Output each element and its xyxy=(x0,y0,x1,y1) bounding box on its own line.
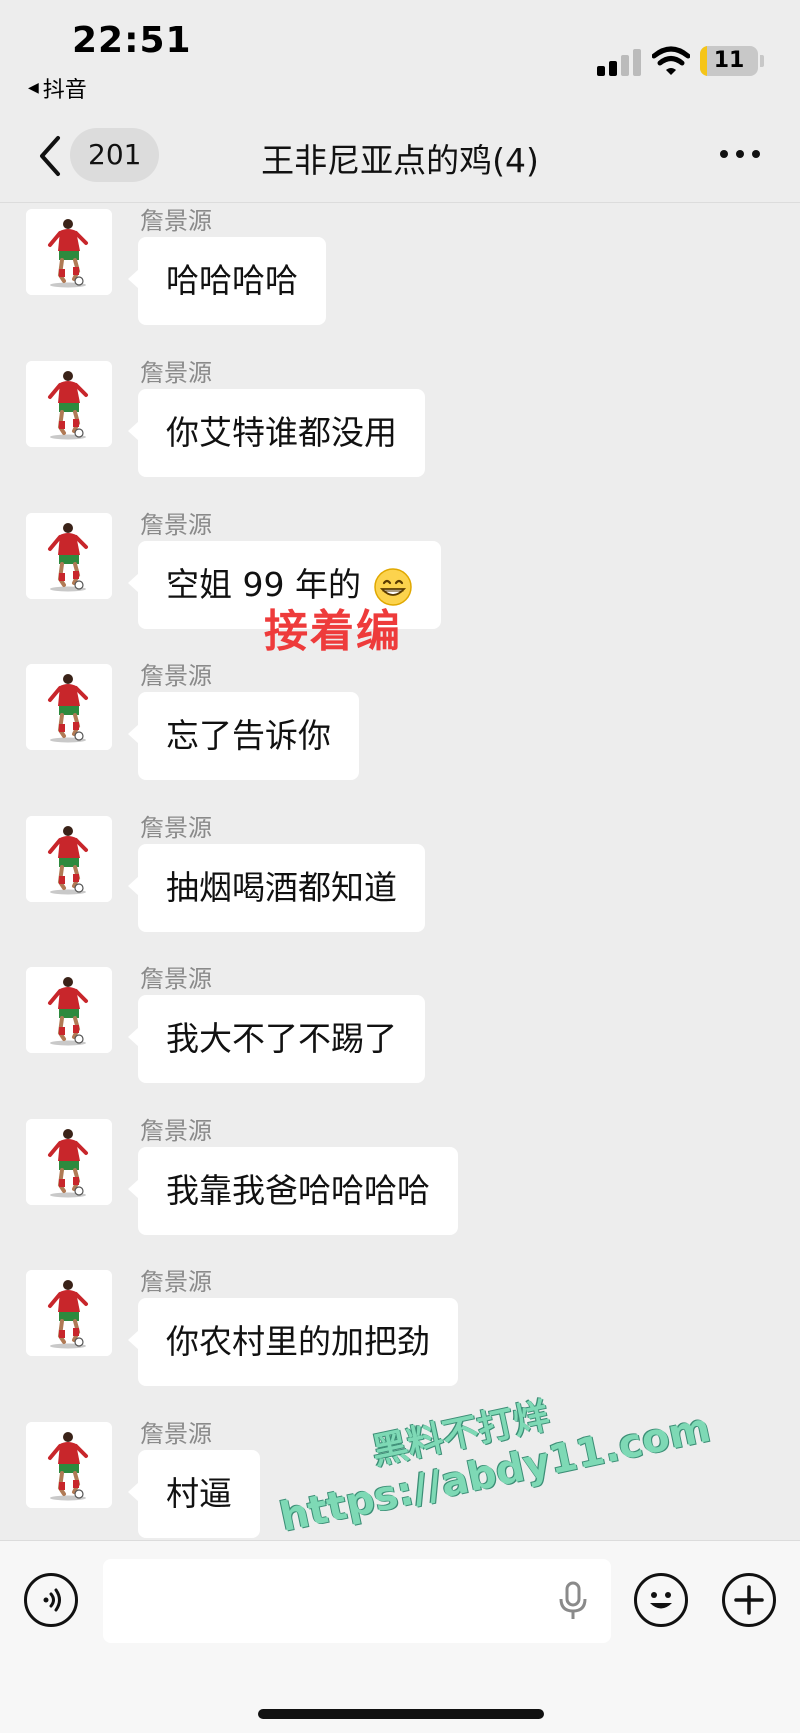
sender-name: 詹景源 xyxy=(140,662,212,690)
sender-name: 詹景源 xyxy=(140,1117,212,1145)
message-bubble[interactable]: 忘了告诉你 xyxy=(128,692,359,780)
sender-name: 詹景源 xyxy=(140,814,212,842)
plus-icon[interactable] xyxy=(722,1573,776,1627)
message-item: 詹景源我靠我爸哈哈哈哈 xyxy=(0,1113,800,1263)
battery-icon: 11 xyxy=(700,46,758,76)
back-app-label: 抖音 xyxy=(42,78,87,103)
more-options-icon[interactable] xyxy=(720,150,760,160)
chat-input-bar xyxy=(0,1540,800,1733)
avatar[interactable] xyxy=(26,1270,112,1356)
sender-name: 詹景源 xyxy=(140,511,212,539)
avatar[interactable] xyxy=(26,816,112,902)
message-text: 忘了告诉你 xyxy=(166,716,331,755)
message-text: 抽烟喝酒都知道 xyxy=(166,868,397,907)
message-text: 你农村里的加把劲 xyxy=(166,1322,430,1361)
avatar[interactable] xyxy=(26,361,112,447)
message-text: 村逼 xyxy=(166,1474,232,1513)
microphone-icon[interactable] xyxy=(556,1581,590,1621)
chat-nav-bar: 201 王非尼亚点的鸡(4) xyxy=(0,110,800,203)
overlay-caption: 接着编 xyxy=(264,606,402,657)
sender-name: 詹景源 xyxy=(140,965,212,993)
emoji-icon[interactable] xyxy=(634,1573,688,1627)
cellular-signal-icon xyxy=(597,48,641,76)
back-triangle-icon: ◀ xyxy=(28,80,39,96)
message-bubble[interactable]: 我大不了不踢了 xyxy=(128,995,425,1083)
message-item: 詹景源你艾特谁都没用 xyxy=(0,355,800,505)
voice-input-icon[interactable] xyxy=(24,1573,78,1627)
avatar[interactable] xyxy=(26,1119,112,1205)
message-item: 詹景源你农村里的加把劲 xyxy=(0,1264,800,1414)
back-to-app-link[interactable]: ◀ 抖音 xyxy=(28,72,87,104)
avatar[interactable] xyxy=(26,209,112,295)
message-text: 你艾特谁都没用 xyxy=(166,413,397,452)
message-bubble[interactable]: 抽烟喝酒都知道 xyxy=(128,844,425,932)
message-item: 詹景源抽烟喝酒都知道 xyxy=(0,810,800,960)
avatar[interactable] xyxy=(26,1422,112,1508)
chat-title: 王非尼亚点的鸡(4) xyxy=(261,141,539,180)
status-bar: 22:51 ◀ 抖音 11 xyxy=(0,0,800,105)
avatar[interactable] xyxy=(26,967,112,1053)
message-bubble[interactable]: 你艾特谁都没用 xyxy=(128,389,425,477)
sender-name: 詹景源 xyxy=(140,1268,212,1296)
status-time: 22:51 xyxy=(72,20,192,61)
avatar[interactable] xyxy=(26,513,112,599)
message-bubble[interactable]: 我靠我爸哈哈哈哈 xyxy=(128,1147,458,1235)
message-input[interactable] xyxy=(103,1559,611,1643)
message-item: 詹景源哈哈哈哈 xyxy=(0,203,800,353)
sender-name: 詹景源 xyxy=(140,359,212,387)
sender-name: 詹景源 xyxy=(140,207,212,235)
battery-level: 11 xyxy=(713,48,745,73)
message-bubble[interactable]: 村逼 xyxy=(128,1450,260,1538)
home-indicator[interactable] xyxy=(258,1709,544,1719)
message-list[interactable]: 詹景源 哈哈哈哈 詹景源 你艾特谁都没用 詹景源 空姐 99 年的 詹景源 忘了告诉你 xyxy=(0,203,800,1540)
avatar[interactable] xyxy=(26,664,112,750)
message-bubble[interactable]: 哈哈哈哈 xyxy=(128,237,326,325)
message-text: 我靠我爸哈哈哈哈 xyxy=(166,1171,430,1210)
message-bubble[interactable]: 你农村里的加把劲 xyxy=(128,1298,458,1386)
message-item: 詹景源我大不了不踢了 xyxy=(0,961,800,1111)
sender-name: 詹景源 xyxy=(140,1420,212,1448)
message-text: 我大不了不踢了 xyxy=(166,1019,397,1058)
message-item: 詹景源忘了告诉你 xyxy=(0,658,800,808)
message-text: 哈哈哈哈 xyxy=(166,261,298,300)
wifi-icon xyxy=(652,46,690,75)
